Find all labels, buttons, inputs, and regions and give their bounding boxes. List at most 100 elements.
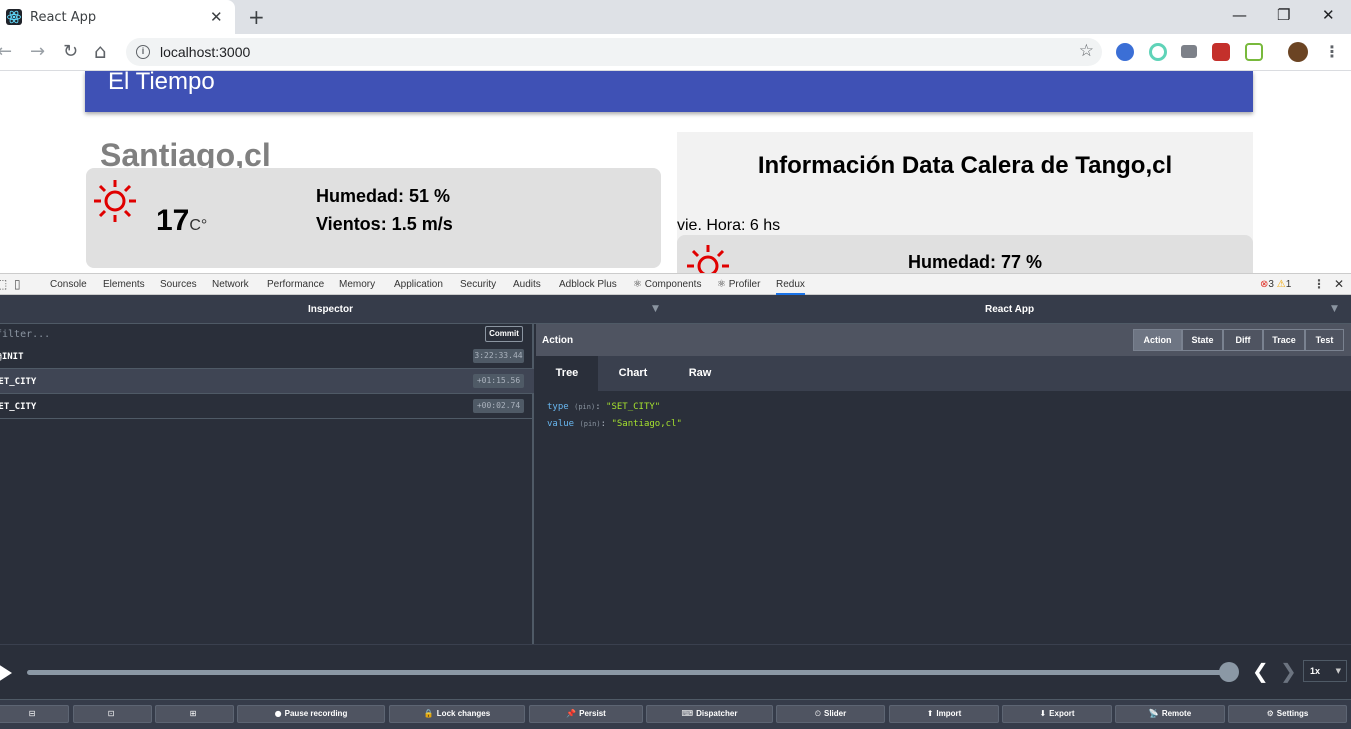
back-button[interactable]: ← — [0, 41, 12, 62]
devtools-tab-elements[interactable]: Elements — [103, 279, 145, 290]
devtools-tab-application[interactable]: Application — [394, 279, 443, 290]
devtools-tab-console[interactable]: Console — [50, 279, 87, 290]
forecast-card[interactable]: Humedad: 77 % — [677, 235, 1253, 273]
subtab-chart[interactable]: Chart — [602, 356, 664, 391]
action-list-pane: filter... Commit @@INIT 3:22:33.44 SET_C… — [0, 324, 534, 644]
devtools-tab-performance[interactable]: Performance — [267, 279, 324, 290]
browser-tab-bar: React App ✕ + — ❐ ✕ — [0, 0, 1351, 34]
action-filter[interactable]: filter... Commit — [0, 324, 534, 344]
camera-icon[interactable] — [1181, 45, 1197, 58]
devtools-tab-adblock[interactable]: Adblock Plus — [559, 279, 617, 290]
monitor-selector[interactable]: Inspector — [308, 304, 353, 315]
monitor-dropdown-icon[interactable]: ▼ — [652, 304, 659, 314]
settings-button[interactable]: ⚙ Settings — [1228, 705, 1347, 723]
persist-button[interactable]: 📌 Persist — [529, 705, 643, 723]
tree-entry[interactable]: value (pin): "Santiago,cl" — [547, 416, 682, 433]
devtools-close-icon[interactable]: ✕ — [1334, 277, 1344, 291]
react-logo-icon — [6, 9, 22, 25]
device-toolbar-icon[interactable]: ▯ — [14, 277, 21, 291]
play-icon[interactable] — [0, 664, 12, 682]
temperature-unit: C° — [189, 217, 208, 234]
devtools-menu-icon[interactable]: ⋮ — [1313, 277, 1325, 291]
reload-button[interactable]: ↻ — [63, 41, 78, 62]
action-row[interactable]: @@INIT 3:22:33.44 — [0, 344, 534, 369]
info-icon[interactable]: i — [136, 45, 150, 59]
dock-bottom-button[interactable]: ⊞ — [155, 705, 234, 723]
tree-entry[interactable]: type (pin): "SET_CITY" — [547, 399, 682, 416]
devtools-tab-profiler[interactable]: ⚛ Profiler — [717, 279, 760, 290]
edge-like-icon[interactable] — [1116, 43, 1134, 61]
redux-header: Inspector ▼ React App ▼ — [0, 295, 1351, 324]
commit-button[interactable]: Commit — [485, 326, 523, 342]
action-row-selected[interactable]: SET_CITY +01:15.56 — [0, 369, 534, 394]
button-label: Remote — [1161, 709, 1192, 718]
export-button[interactable]: ⬇ Export — [1002, 705, 1112, 723]
view-button-trace[interactable]: Trace — [1263, 329, 1305, 351]
browser-toolbar: ← → ↻ ⌂ i localhost:3000 ☆ ⋮ — [0, 34, 1351, 71]
remote-button[interactable]: 📡 Remote — [1115, 705, 1225, 723]
minimize-button[interactable]: — — [1232, 6, 1247, 24]
pin-link[interactable]: (pin) — [574, 403, 595, 411]
nodejs-icon[interactable] — [1245, 43, 1263, 61]
forward-button[interactable]: → — [30, 41, 45, 62]
upload-icon: ⬆ — [926, 709, 934, 718]
devtools-tab-redux[interactable]: Redux — [776, 279, 805, 295]
lock-changes-button[interactable]: 🔒 Lock changes — [389, 705, 525, 723]
view-button-diff[interactable]: Diff — [1223, 329, 1263, 351]
devtools-tab-memory[interactable]: Memory — [339, 279, 375, 290]
view-button-action[interactable]: Action — [1133, 329, 1182, 351]
dispatcher-button[interactable]: ⌨ Dispatcher — [646, 705, 773, 723]
sun-icon — [94, 180, 136, 222]
tree-value: "SET_CITY" — [606, 402, 661, 412]
playback-speed-select[interactable]: 1x ▼ — [1303, 660, 1347, 682]
slider-button[interactable]: ⏲ Slider — [776, 705, 885, 723]
import-button[interactable]: ⬆ Import — [889, 705, 999, 723]
remote-icon: 📡 — [1148, 709, 1159, 718]
browser-tab[interactable]: React App ✕ — [0, 0, 235, 34]
previous-action-icon[interactable]: ❮ — [1252, 659, 1269, 683]
devtools-tab-security[interactable]: Security — [460, 279, 496, 290]
devtools-tab-sources[interactable]: Sources — [160, 279, 197, 290]
browser-menu-icon[interactable]: ⋮ — [1324, 42, 1340, 61]
red-puzzle-icon[interactable] — [1212, 43, 1230, 61]
maximize-button[interactable]: ❐ — [1277, 6, 1290, 24]
bookmark-star-icon[interactable]: ☆ — [1079, 41, 1094, 61]
devtools-tab-audits[interactable]: Audits — [513, 279, 541, 290]
subtab-tree[interactable]: Tree — [536, 356, 598, 391]
error-warning-counter[interactable]: ⊗3 ⚠1 — [1260, 279, 1291, 290]
tab-close-icon[interactable]: ✕ — [210, 8, 223, 26]
weather-card[interactable]: 17C° Humedad: 51 % Vientos: 1.5 m/s — [86, 168, 661, 268]
avatar-horse-icon[interactable] — [1288, 42, 1308, 62]
new-tab-button[interactable]: + — [248, 5, 265, 29]
view-button-state[interactable]: State — [1182, 329, 1223, 351]
error-count: 3 — [1268, 279, 1274, 290]
subtab-raw[interactable]: Raw — [669, 356, 731, 391]
instance-dropdown-icon[interactable]: ▼ — [1331, 304, 1338, 314]
temperature: 17C° — [156, 204, 207, 238]
target-icon[interactable] — [1149, 43, 1167, 61]
devtools-tab-components[interactable]: ⚛ Components — [633, 279, 701, 290]
slider-thumb[interactable] — [1219, 662, 1239, 682]
close-window-button[interactable]: ✕ — [1322, 6, 1335, 24]
instance-selector[interactable]: React App — [985, 304, 1034, 315]
action-row[interactable]: SET_CITY +00:02.74 — [0, 394, 534, 419]
slider-track[interactable] — [27, 670, 1230, 675]
pause-recording-button[interactable]: ● Pause recording — [237, 705, 385, 723]
devtools-tab-network[interactable]: Network — [212, 279, 249, 290]
filter-input[interactable]: filter... — [0, 329, 50, 340]
lock-icon: 🔒 — [423, 709, 434, 718]
dock-right-button[interactable]: ⊡ — [73, 705, 152, 723]
app-title: El Tiempo — [108, 71, 215, 95]
redux-devtools: Inspector ▼ React App ▼ filter... Commit… — [0, 295, 1351, 729]
pin-link[interactable]: (pin) — [580, 420, 601, 428]
next-action-icon[interactable]: ❯ — [1280, 659, 1297, 683]
dock-left-button[interactable]: ⊟ — [0, 705, 69, 723]
inspect-element-icon[interactable]: ⬚ — [0, 277, 7, 291]
forecast-humidity: Humedad: 77 % — [908, 252, 1043, 272]
url-text[interactable]: localhost:3000 — [160, 44, 250, 60]
view-button-test[interactable]: Test — [1305, 329, 1344, 351]
temperature-value: 17 — [156, 204, 190, 237]
address-bar[interactable]: i localhost:3000 ☆ — [126, 38, 1102, 66]
home-button[interactable]: ⌂ — [94, 39, 107, 63]
preview-header: Action Action State Diff Trace Test — [536, 324, 1351, 356]
